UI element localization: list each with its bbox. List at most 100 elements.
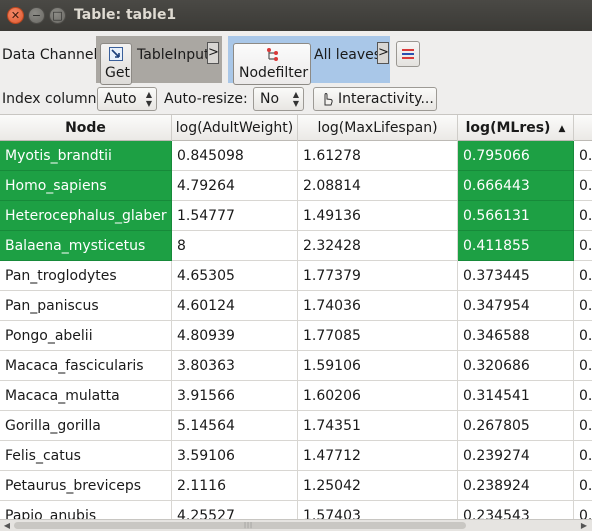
table-row[interactable]: Pongo_abelii4.809391.770850.3465880.1: [0, 321, 592, 351]
cell-max-lifespan[interactable]: 1.57403: [298, 501, 458, 519]
cell-mlres[interactable]: 0.314541: [458, 381, 574, 411]
cell-mlres[interactable]: 0.666443: [458, 171, 574, 201]
column-header-adult-weight[interactable]: log(AdultWeight): [172, 115, 298, 141]
table-row[interactable]: Homo_sapiens4.792642.088140.6664430.1: [0, 171, 592, 201]
cell-max-lifespan[interactable]: 1.25042: [298, 471, 458, 501]
maximize-icon[interactable]: □: [49, 7, 66, 24]
cell-extra[interactable]: 0.1: [574, 291, 592, 321]
cell-node[interactable]: Pongo_abelii: [0, 321, 172, 351]
cell-extra[interactable]: 0.1: [574, 141, 592, 171]
cell-node[interactable]: Balaena_mysticetus: [0, 231, 172, 261]
cell-adult-weight[interactable]: 3.91566: [172, 381, 298, 411]
column-header-max-lifespan[interactable]: log(MaxLifespan): [298, 115, 458, 141]
cell-mlres[interactable]: 0.234543: [458, 501, 574, 519]
cell-mlres[interactable]: 0.411855: [458, 231, 574, 261]
cell-max-lifespan[interactable]: 2.32428: [298, 231, 458, 261]
cell-max-lifespan[interactable]: 1.77379: [298, 261, 458, 291]
cell-extra[interactable]: 0.1: [574, 411, 592, 441]
cell-max-lifespan[interactable]: 1.59106: [298, 351, 458, 381]
cell-adult-weight[interactable]: 1.54777: [172, 201, 298, 231]
cell-node[interactable]: Homo_sapiens: [0, 171, 172, 201]
cell-adult-weight[interactable]: 5.14564: [172, 411, 298, 441]
table-row[interactable]: Myotis_brandtii 0.845098 1.61278 0.795066 0.…: [0, 141, 592, 171]
cell-extra[interactable]: 0.1: [574, 231, 592, 261]
cell-extra[interactable]: 0.1: [574, 201, 592, 231]
cell-extra[interactable]: 0.1: [574, 351, 592, 381]
table-row[interactable]: Macaca_mulatta3.915661.602060.3145410.1: [0, 381, 592, 411]
column-header-mlres[interactable]: log(MLres) ▲: [458, 115, 574, 141]
table-row[interactable]: Pan_troglodytes4.653051.773790.3734450.1: [0, 261, 592, 291]
table-row[interactable]: Heterocephalus_glaber 1.54777 1.49136 0.566…: [0, 201, 592, 231]
cell-extra[interactable]: 0.1: [574, 261, 592, 291]
auto-resize-select[interactable]: No ▲ ▼: [253, 87, 304, 111]
cell-extra[interactable]: 0.1: [574, 381, 592, 411]
table-row[interactable]: Felis_catus3.591061.477120.2392740.1: [0, 441, 592, 471]
cell-mlres[interactable]: 0.795066: [458, 141, 574, 171]
cell-max-lifespan[interactable]: 1.47712: [298, 441, 458, 471]
table-row[interactable]: Petaurus_breviceps 2.1116 1.25042 0.238924 0…: [0, 471, 592, 501]
cell-max-lifespan[interactable]: 1.74036: [298, 291, 458, 321]
cell-node[interactable]: Pan_troglodytes: [0, 261, 172, 291]
cell-node[interactable]: Myotis_brandtii: [0, 141, 172, 171]
cell-adult-weight[interactable]: 3.59106: [172, 441, 298, 471]
cell-extra[interactable]: 0.1: [574, 441, 592, 471]
input-channel-arrow-button[interactable]: >: [207, 42, 219, 64]
cell-extra[interactable]: 0.1: [574, 171, 592, 201]
scrollbar-thumb[interactable]: |||: [14, 522, 466, 529]
table-row[interactable]: Pan_paniscus4.601241.740360.3479540.1: [0, 291, 592, 321]
cell-mlres[interactable]: 0.239274: [458, 441, 574, 471]
cell-node[interactable]: Macaca_fascicularis: [0, 351, 172, 381]
cell-extra[interactable]: 0.1: [574, 501, 592, 519]
cell-node[interactable]: Heterocephalus_glaber: [0, 201, 172, 231]
cell-mlres[interactable]: 0.346588: [458, 321, 574, 351]
cell-node[interactable]: Pan_paniscus: [0, 291, 172, 321]
cell-max-lifespan[interactable]: 1.49136: [298, 201, 458, 231]
nodefilter-button[interactable]: Nodefilter: [233, 43, 311, 85]
cell-mlres[interactable]: 0.320686: [458, 351, 574, 381]
table-row[interactable]: Balaena_mysticetus82.324280.4118550.1: [0, 231, 592, 261]
close-icon[interactable]: ✕: [7, 7, 24, 24]
get-button[interactable]: Get: [100, 43, 132, 85]
cell-adult-weight[interactable]: 4.80939: [172, 321, 298, 351]
table-row[interactable]: Macaca_fascicularis 3.80363 1.59106 0.32068…: [0, 351, 592, 381]
cell-mlres[interactable]: 0.566131: [458, 201, 574, 231]
column-header-node[interactable]: Node: [0, 115, 172, 141]
cell-mlres[interactable]: 0.238924: [458, 471, 574, 501]
horizontal-scrollbar[interactable]: ◀ ||| ▶: [0, 519, 592, 531]
cell-node[interactable]: Petaurus_breviceps: [0, 471, 172, 501]
cell-adult-weight[interactable]: 4.60124: [172, 291, 298, 321]
cell-node[interactable]: Macaca_mulatta: [0, 381, 172, 411]
cell-extra[interactable]: 0.1: [574, 471, 592, 501]
auto-resize-value: No: [260, 91, 280, 107]
cell-mlres[interactable]: 0.373445: [458, 261, 574, 291]
cell-node[interactable]: Gorilla_gorilla: [0, 411, 172, 441]
cell-adult-weight[interactable]: 0.845098: [172, 141, 298, 171]
table-row[interactable]: Papio_anubis4.255271.574030.2345430.1: [0, 501, 592, 519]
cell-max-lifespan[interactable]: 1.61278: [298, 141, 458, 171]
interactivity-button[interactable]: Interactivity...: [313, 87, 437, 111]
cell-adult-weight[interactable]: 4.25527: [172, 501, 298, 519]
cell-max-lifespan[interactable]: 2.08814: [298, 171, 458, 201]
cell-adult-weight[interactable]: 8: [172, 231, 298, 261]
table-row[interactable]: Gorilla_gorilla5.145641.743510.2678050.1: [0, 411, 592, 441]
column-header-extra[interactable]: [574, 115, 592, 141]
list-view-button[interactable]: [396, 41, 420, 67]
scroll-right-icon[interactable]: ▶: [578, 520, 590, 531]
cell-adult-weight[interactable]: 3.80363: [172, 351, 298, 381]
scroll-left-icon[interactable]: ◀: [1, 520, 13, 531]
cell-node[interactable]: Felis_catus: [0, 441, 172, 471]
minimize-icon[interactable]: −: [28, 7, 45, 24]
cell-max-lifespan[interactable]: 1.60206: [298, 381, 458, 411]
cell-max-lifespan[interactable]: 1.77085: [298, 321, 458, 351]
index-column-select[interactable]: Auto ▲ ▼: [97, 87, 157, 111]
cell-adult-weight[interactable]: 4.65305: [172, 261, 298, 291]
cell-mlres[interactable]: 0.267805: [458, 411, 574, 441]
cell-adult-weight[interactable]: 2.1116: [172, 471, 298, 501]
cell-adult-weight[interactable]: 4.79264: [172, 171, 298, 201]
cell-extra[interactable]: 0.1: [574, 321, 592, 351]
cell-mlres[interactable]: 0.347954: [458, 291, 574, 321]
cell-node[interactable]: Papio_anubis: [0, 501, 172, 519]
cell-max-lifespan[interactable]: 1.74351: [298, 411, 458, 441]
data-table[interactable]: Node log(AdultWeight) log(MaxLifespan) l…: [0, 114, 592, 519]
filter-channel-arrow-button[interactable]: >: [377, 42, 389, 64]
